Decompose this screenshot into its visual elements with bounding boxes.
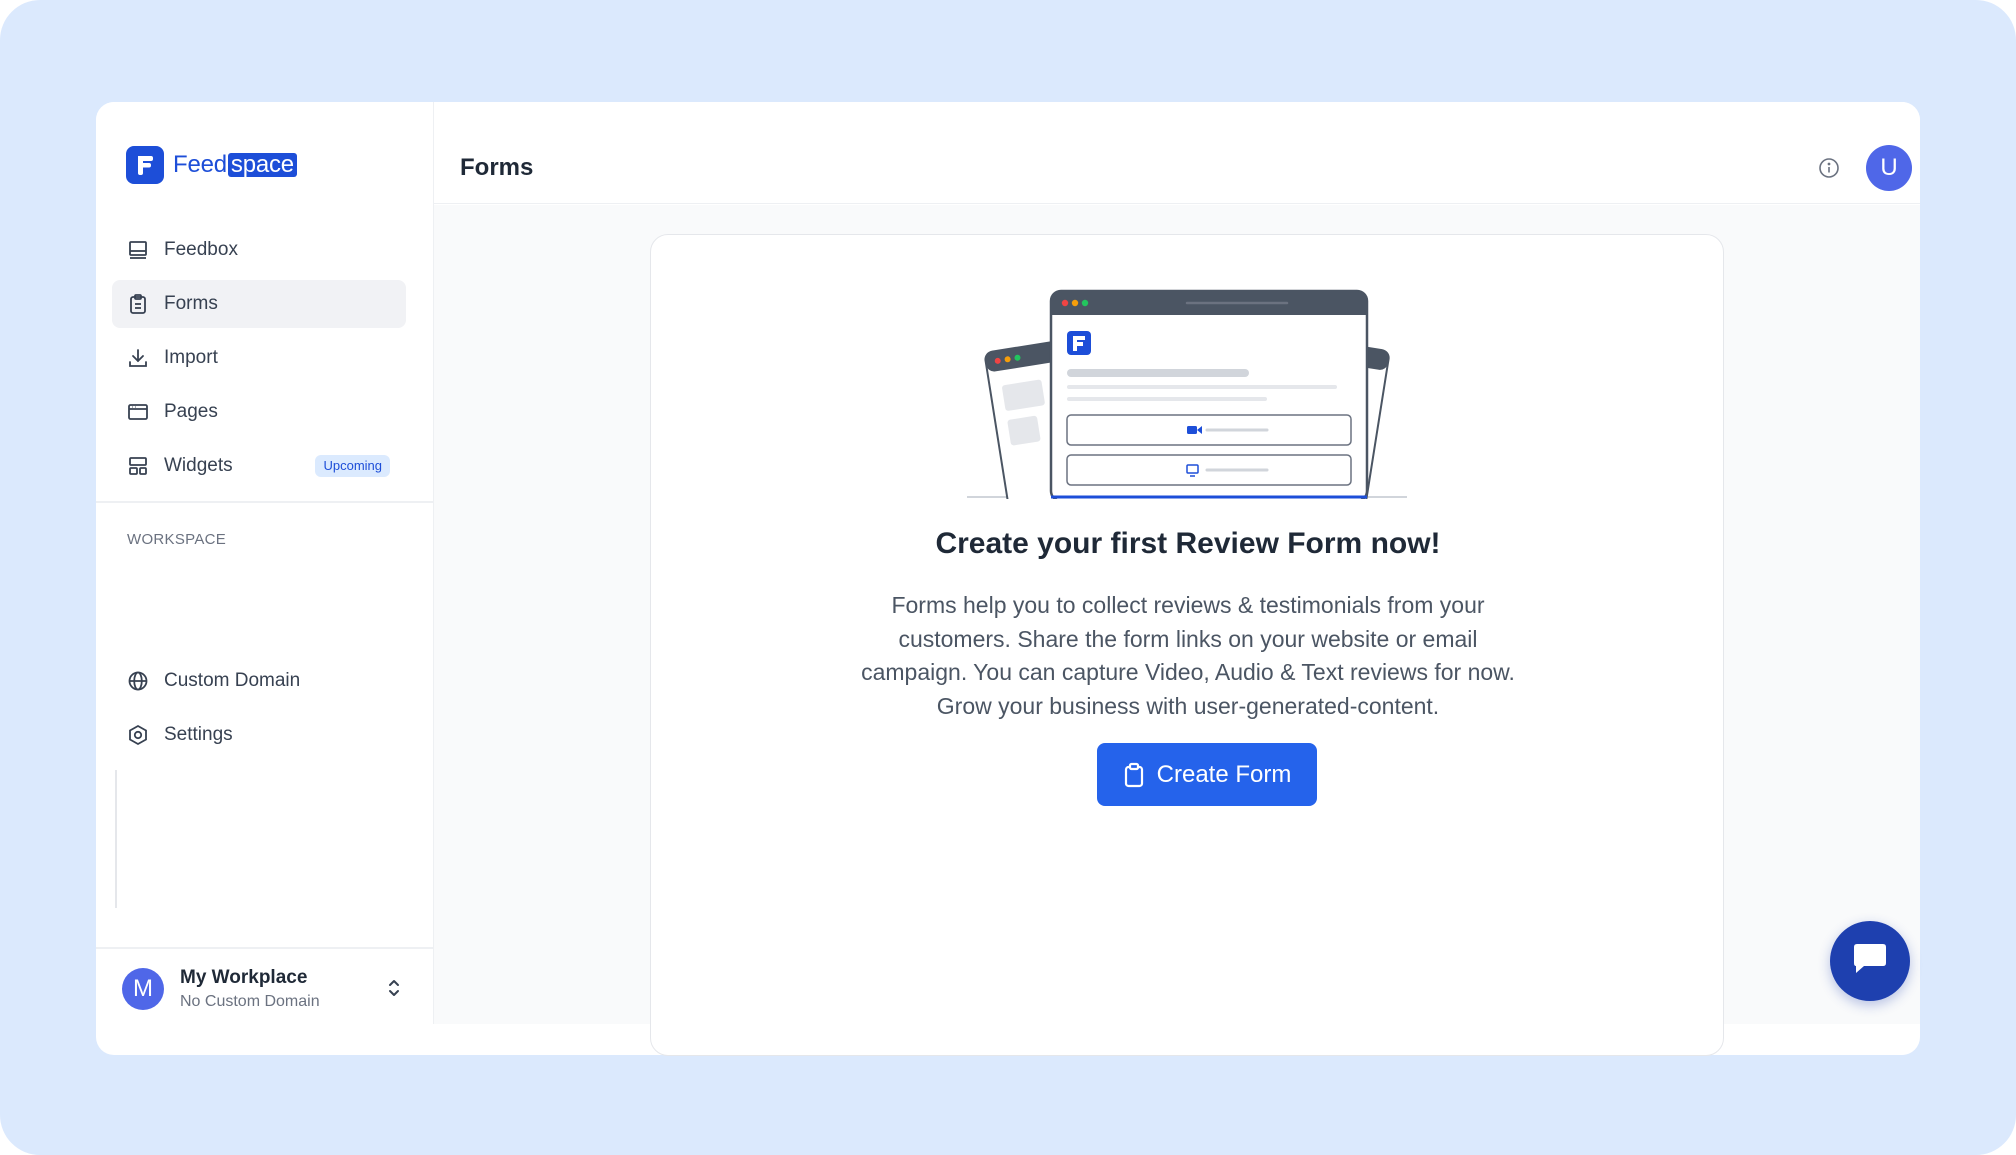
chat-icon [1850, 941, 1890, 982]
upcoming-badge: Upcoming [315, 455, 390, 477]
sidebar-item-label: Pages [164, 401, 218, 422]
empty-state-card: Create your first Review Form now! Forms… [650, 234, 1724, 1056]
sidebar-item-settings[interactable]: Settings [112, 711, 406, 759]
browser-window-icon [126, 400, 150, 424]
sidebar-item-import[interactable]: Import [112, 334, 406, 382]
main-nav: Feedbox Forms Import Pages Widgets Upcom… [112, 226, 406, 496]
top-header: Forms U [434, 102, 1920, 204]
brand-name: Feed space [173, 151, 297, 179]
chevron-up-down-icon [386, 977, 402, 1004]
workspace-switcher[interactable]: M My Workplace No Custom Domain [122, 959, 412, 1019]
brand-logo[interactable]: Feed space [126, 146, 297, 184]
inbox-icon [126, 238, 150, 262]
empty-state-headline: Create your first Review Form now! [935, 527, 1441, 560]
sidebar-item-forms[interactable]: Forms [112, 280, 406, 328]
sidebar-item-label: Settings [164, 724, 233, 745]
user-avatar[interactable]: U [1866, 145, 1912, 191]
sidebar-bottom-divider [96, 947, 434, 949]
workspace-avatar: M [122, 968, 164, 1010]
empty-state-description: Forms help you to collect reviews & test… [861, 592, 1515, 719]
sidebar-scrollbar[interactable] [115, 770, 117, 908]
sidebar-divider [96, 501, 434, 503]
create-form-button-label: Create Form [1156, 760, 1292, 788]
feedspace-logo-icon [126, 146, 164, 184]
brand-name-part2: space [227, 153, 297, 177]
globe-icon [126, 669, 150, 693]
sidebar-item-feedbox[interactable]: Feedbox [112, 226, 406, 274]
sidebar: Feed space Feedbox Forms Import Pages Wi… [96, 102, 434, 1024]
info-icon[interactable] [1818, 157, 1840, 179]
sidebar-item-label: Custom Domain [164, 670, 301, 691]
page-title: Forms [460, 154, 534, 181]
sidebar-item-pages[interactable]: Pages [112, 388, 406, 436]
gear-icon [126, 723, 150, 747]
download-icon [126, 346, 150, 370]
clipboard-icon [126, 292, 150, 316]
sidebar-item-widgets[interactable]: Widgets Upcoming [112, 442, 406, 490]
sidebar-item-label: Widgets [164, 455, 233, 476]
workspace-name: My Workplace [180, 967, 308, 988]
workspace-section-label: WORKSPACE [127, 531, 227, 548]
clipboard-icon [1123, 762, 1145, 788]
workspace-info: My Workplace No Custom Domain [180, 967, 320, 1011]
sidebar-item-custom-domain[interactable]: Custom Domain [112, 657, 406, 705]
sidebar-item-label: Forms [164, 293, 218, 314]
sidebar-item-label: Import [164, 347, 218, 368]
chat-support-button[interactable] [1830, 921, 1910, 1001]
workspace-subtitle: No Custom Domain [180, 993, 320, 1010]
brand-name-part1: Feed [173, 151, 227, 178]
forms-illustration [957, 289, 1417, 521]
sidebar-item-label: Feedbox [164, 239, 238, 260]
workspace-nav: Custom Domain Settings [112, 657, 406, 765]
create-form-button[interactable]: Create Form [1097, 743, 1317, 806]
layout-grid-icon [126, 454, 150, 478]
